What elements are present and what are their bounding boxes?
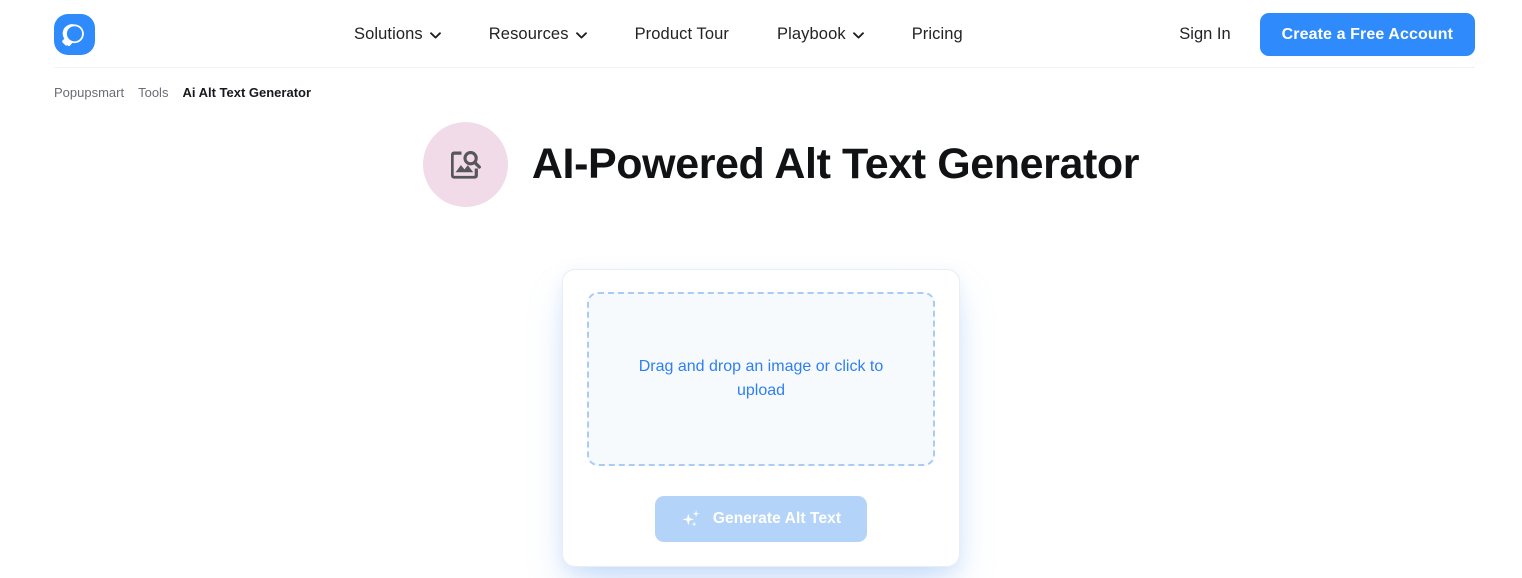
breadcrumb-item-tools[interactable]: Tools [138, 85, 168, 100]
nav-item-resources[interactable]: Resources [476, 17, 600, 52]
dropzone-label: Drag and drop an image or click to uploa… [638, 358, 884, 399]
hero-badge [422, 122, 508, 207]
logo-glyph-icon [62, 23, 84, 46]
sparkles-icon [681, 509, 702, 530]
breadcrumb: Popupsmart Tools Ai Alt Text Generator [0, 68, 1522, 100]
generate-alt-text-button[interactable]: Generate Alt Text [654, 496, 868, 542]
nav-item-label: Playbook [777, 24, 846, 43]
nav-item-playbook[interactable]: Playbook [764, 17, 877, 52]
nav-item-label: Solutions [354, 24, 423, 43]
generate-button-label: Generate Alt Text [712, 510, 842, 527]
image-search-icon [451, 150, 482, 179]
header-actions: Sign In Create a Free Account [1179, 12, 1475, 56]
sign-in-link[interactable]: Sign In [1179, 25, 1230, 44]
breadcrumb-item-current: Ai Alt Text Generator [182, 85, 312, 100]
header-divider [54, 67, 1475, 68]
page-title: AI-Powered Alt Text Generator [531, 140, 1140, 188]
create-free-account-button[interactable]: Create a Free Account [1259, 12, 1475, 56]
nav-item-pricing[interactable]: Pricing [899, 17, 976, 52]
tool-card-wrapper: Drag and drop an image or click to uploa… [0, 269, 1522, 567]
nav-item-label: Resources [488, 24, 569, 43]
chevron-down-icon [575, 31, 587, 39]
nav-item-label: Product Tour [634, 24, 730, 43]
nav-item-product-tour[interactable]: Product Tour [622, 17, 742, 52]
breadcrumb-item-popupsmart[interactable]: Popupsmart [54, 85, 124, 100]
site-header: Solutions Resources Product Tour Playboo… [0, 0, 1522, 68]
generate-button-row: Generate Alt Text [587, 496, 935, 542]
alt-text-tool-card: Drag and drop an image or click to uploa… [562, 269, 960, 567]
chevron-down-icon [429, 31, 441, 39]
chevron-down-icon [852, 31, 864, 39]
nav-item-label: Pricing [911, 24, 963, 43]
nav-item-solutions[interactable]: Solutions [341, 17, 454, 52]
popupsmart-logo-icon[interactable] [54, 13, 95, 55]
image-dropzone[interactable]: Drag and drop an image or click to uploa… [587, 292, 935, 466]
main-navigation: Solutions Resources Product Tour Playboo… [341, 17, 976, 52]
page-header: AI-Powered Alt Text Generator [0, 122, 1522, 207]
